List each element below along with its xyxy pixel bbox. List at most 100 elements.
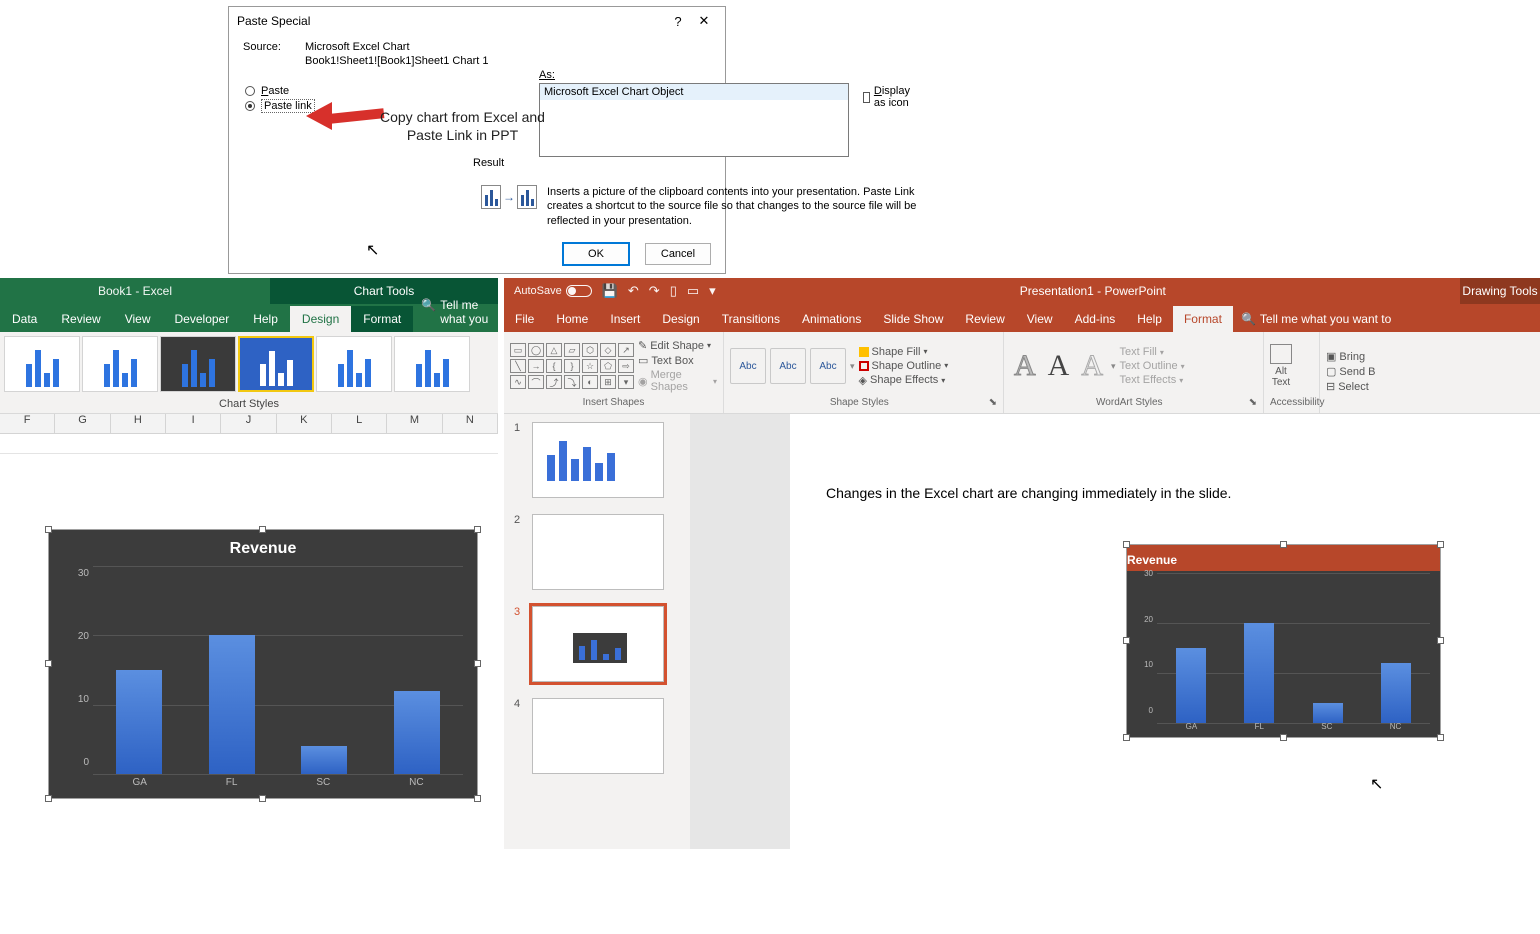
- wordart-style-1[interactable]: A: [1010, 349, 1040, 383]
- tab-home[interactable]: Home: [545, 306, 599, 332]
- dialog-help-button[interactable]: ?: [665, 12, 691, 31]
- tab-help-ppt[interactable]: Help: [1126, 306, 1173, 332]
- as-label: As:: [539, 69, 555, 81]
- shape-effects-button[interactable]: ◈Shape Effects: [859, 374, 949, 387]
- tab-format-ppt[interactable]: Format: [1173, 306, 1233, 332]
- col-F[interactable]: F: [0, 414, 55, 434]
- shape-style-3[interactable]: Abc: [810, 348, 846, 384]
- alt-text-icon: [1270, 344, 1292, 364]
- as-option[interactable]: Microsoft Excel Chart Object: [540, 84, 848, 100]
- accessibility-label: Accessibility: [1270, 396, 1313, 409]
- tab-review-ppt[interactable]: Review: [954, 306, 1015, 332]
- col-M[interactable]: M: [387, 414, 442, 434]
- shape-outline-button[interactable]: Shape Outline: [859, 360, 949, 372]
- shape-fill-button[interactable]: Shape Fill: [859, 346, 949, 358]
- ppt-revenue-chart[interactable]: Revenue 3020100 GAFLSCNC: [1126, 544, 1441, 738]
- tab-data[interactable]: Data: [0, 306, 49, 332]
- qat-more-icon[interactable]: ▾: [709, 283, 716, 299]
- chart-x-axis: GAFLSCNC: [93, 777, 463, 788]
- shapes-gallery[interactable]: ▭◯△▱⬡◇↗ ╲→{}☆⬠⇨ ∿⌒⤴⤵◐⊞▾: [510, 343, 634, 389]
- selection-pane-button[interactable]: ⊟Select: [1326, 380, 1376, 393]
- ppt-chart-bars: [1157, 573, 1430, 723]
- wordart-style-2[interactable]: A: [1044, 349, 1074, 383]
- wordart-more-icon[interactable]: ▾: [1111, 361, 1116, 372]
- bring-forward-button[interactable]: ▣Bring: [1326, 350, 1376, 363]
- slide-thumb-4[interactable]: 4: [514, 698, 680, 774]
- col-G[interactable]: G: [55, 414, 110, 434]
- col-H[interactable]: H: [111, 414, 166, 434]
- chart-y-axis: 3020100: [59, 568, 89, 768]
- chart-style-6[interactable]: [394, 336, 470, 392]
- col-K[interactable]: K: [277, 414, 332, 434]
- chart-style-4[interactable]: [238, 336, 314, 392]
- shape-style-1[interactable]: Abc: [730, 348, 766, 384]
- tab-animations[interactable]: Animations: [791, 306, 872, 332]
- shape-styles-label: Shape Styles ⬊: [730, 396, 997, 409]
- paste-link-icon: →: [481, 185, 537, 209]
- from-beginning-icon[interactable]: ▯: [670, 283, 677, 299]
- slide-canvas[interactable]: Changes in the Excel chart are changing …: [690, 414, 1540, 849]
- edit-shape-button[interactable]: ✎Edit Shape: [638, 339, 717, 352]
- checkbox-icon: [863, 92, 870, 103]
- bar-fl: [209, 635, 255, 774]
- ppt-tell-me[interactable]: 🔍Tell me what you want to: [1233, 306, 1399, 332]
- tab-design-ppt[interactable]: Design: [651, 306, 710, 332]
- col-N[interactable]: N: [443, 414, 498, 434]
- chart-style-2[interactable]: [82, 336, 158, 392]
- annotation-text-2: Changes in the Excel chart are changing …: [826, 484, 1231, 504]
- cursor-icon: ↖: [366, 240, 379, 260]
- tab-developer[interactable]: Developer: [163, 306, 242, 332]
- save-icon[interactable]: 💾: [602, 283, 618, 299]
- tab-review[interactable]: Review: [49, 306, 112, 332]
- excel-revenue-chart[interactable]: Revenue 3020100 GAFLSCNC: [48, 529, 478, 799]
- text-box-button[interactable]: ▭Text Box: [638, 354, 717, 367]
- excel-ribbon-tabs: Data Review View Developer Help Design F…: [0, 304, 498, 332]
- paste-link-radio[interactable]: Paste link: [245, 99, 315, 113]
- chart-style-5[interactable]: [316, 336, 392, 392]
- excel-grid[interactable]: F G H I J K L M N: [0, 414, 498, 459]
- select-icon: ⊟: [1326, 380, 1335, 393]
- tab-file[interactable]: File: [504, 306, 545, 332]
- send-icon: ▢: [1326, 365, 1336, 378]
- slide-thumb-2[interactable]: 2: [514, 514, 680, 590]
- tab-insert[interactable]: Insert: [599, 306, 651, 332]
- chart-style-1[interactable]: [4, 336, 80, 392]
- ok-button[interactable]: OK: [563, 243, 629, 265]
- ppt-ribbon-tabs: File Home Insert Design Transitions Anim…: [504, 304, 1540, 332]
- slide-thumb-1[interactable]: 1: [514, 422, 680, 498]
- tab-help[interactable]: Help: [241, 306, 290, 332]
- slide-thumb-3[interactable]: 3: [514, 606, 680, 682]
- tab-format[interactable]: Format: [351, 306, 413, 332]
- redo-icon[interactable]: ↷: [649, 283, 660, 299]
- cancel-button[interactable]: Cancel: [645, 243, 711, 265]
- tab-view-ppt[interactable]: View: [1016, 306, 1064, 332]
- excel-tell-me[interactable]: 🔍Tell me what you: [413, 292, 498, 332]
- tab-addins[interactable]: Add-ins: [1064, 306, 1127, 332]
- paste-radio[interactable]: Paste: [245, 85, 315, 97]
- tab-transitions[interactable]: Transitions: [711, 306, 791, 332]
- as-listbox[interactable]: Microsoft Excel Chart Object: [539, 83, 849, 157]
- shape-style-2[interactable]: Abc: [770, 348, 806, 384]
- tab-slideshow[interactable]: Slide Show: [872, 306, 954, 332]
- gallery-more-icon[interactable]: ▾: [850, 361, 855, 372]
- excel-window: Book1 - Excel Chart Tools Data Review Vi…: [0, 278, 498, 849]
- merge-icon: ◉: [638, 375, 648, 388]
- bring-icon: ▣: [1326, 350, 1336, 363]
- touch-mode-icon[interactable]: ▭: [687, 283, 699, 299]
- tab-view[interactable]: View: [113, 306, 163, 332]
- search-icon: 🔍: [1241, 312, 1256, 326]
- wordart-style-3[interactable]: A: [1077, 349, 1107, 383]
- col-J[interactable]: J: [221, 414, 276, 434]
- send-backward-button[interactable]: ▢Send B: [1326, 365, 1376, 378]
- undo-icon[interactable]: ↶: [628, 283, 639, 299]
- chart-style-3[interactable]: [160, 336, 236, 392]
- chart-styles-group: Chart Styles: [0, 332, 498, 414]
- current-slide: Changes in the Excel chart are changing …: [790, 414, 1540, 849]
- display-as-icon-checkbox[interactable]: Display as icon: [863, 85, 914, 109]
- col-L[interactable]: L: [332, 414, 387, 434]
- dialog-close-button[interactable]: ✕: [691, 11, 717, 31]
- alt-text-button[interactable]: Alt Text: [1270, 344, 1292, 388]
- autosave-toggle[interactable]: AutoSave: [514, 285, 592, 297]
- tab-design[interactable]: Design: [290, 306, 351, 332]
- col-I[interactable]: I: [166, 414, 221, 434]
